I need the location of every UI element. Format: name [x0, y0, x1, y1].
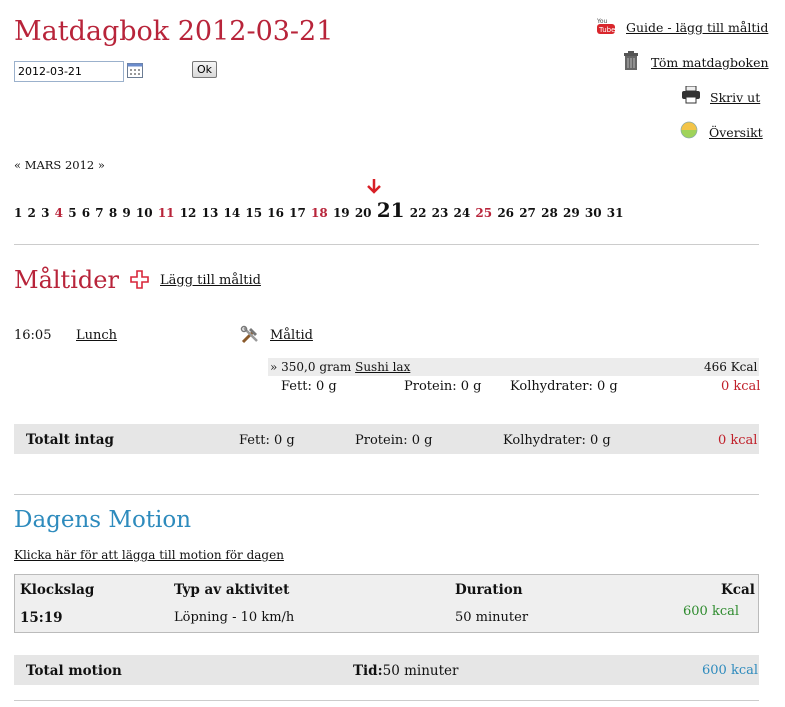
exercise-table	[14, 574, 759, 633]
svg-text:Tube: Tube	[598, 26, 615, 34]
youtube-icon: You Tube	[596, 16, 616, 40]
total-fat: Fett: 0 g	[239, 433, 295, 448]
day-link-20[interactable]: 20	[355, 206, 372, 220]
exercise-activity: Löpning - 10 km/h	[174, 610, 295, 625]
guide-add-meal-link[interactable]: Guide - lägg till måltid	[626, 20, 768, 35]
total-exercise-time: Tid:50 minuter	[353, 663, 458, 679]
meal-fat: Fett: 0 g	[281, 379, 337, 394]
exercise-kcal: 600 kcal	[683, 604, 740, 619]
meal-time: 16:05	[14, 328, 52, 343]
divider	[14, 494, 759, 495]
day-link-21[interactable]: 21	[377, 198, 405, 222]
svg-text:You: You	[596, 18, 608, 25]
clear-diary-link[interactable]: Töm matdagboken	[651, 55, 769, 70]
total-exercise-label: Total motion	[26, 663, 122, 679]
meal-type-link[interactable]: Måltid	[270, 328, 313, 343]
food-item-link[interactable]: Sushi lax	[355, 360, 410, 374]
day-link-6[interactable]: 6	[82, 206, 90, 220]
day-link-17[interactable]: 17	[289, 206, 306, 220]
day-link-18[interactable]: 18	[311, 206, 328, 220]
exercise-duration: 50 minuter	[455, 610, 529, 625]
col-duration: Duration	[455, 582, 523, 598]
total-time-value: 50 minuter	[382, 663, 459, 679]
overview-globe-icon	[680, 121, 698, 143]
day-link-25[interactable]: 25	[475, 206, 492, 220]
day-link-19[interactable]: 19	[333, 206, 350, 220]
add-exercise-link[interactable]: Klicka här för att lägga till motion för…	[14, 548, 284, 562]
meal-carbs: Kolhydrater: 0 g	[510, 379, 618, 394]
day-link-26[interactable]: 26	[497, 206, 514, 220]
month-nav[interactable]: « MARS 2012 »	[14, 158, 105, 172]
day-link-27[interactable]: 27	[519, 206, 536, 220]
total-carbs: Kolhydrater: 0 g	[503, 433, 611, 448]
day-link-22[interactable]: 22	[410, 206, 427, 220]
food-item-kcal: 466 Kcal	[704, 360, 758, 374]
trash-icon	[622, 51, 640, 75]
day-link-1[interactable]: 1	[14, 206, 22, 220]
day-link-30[interactable]: 30	[585, 206, 602, 220]
meals-heading: Måltider	[14, 266, 119, 294]
total-intake-label: Totalt intag	[26, 432, 114, 448]
day-link-11[interactable]: 11	[158, 206, 175, 220]
day-link-10[interactable]: 10	[136, 206, 153, 220]
day-link-5[interactable]: 5	[68, 206, 76, 220]
day-link-31[interactable]: 31	[607, 206, 624, 220]
total-protein: Protein: 0 g	[355, 433, 433, 448]
date-input[interactable]	[14, 61, 124, 82]
day-link-3[interactable]: 3	[41, 206, 49, 220]
food-item: » 350,0 gram Sushi lax	[270, 360, 410, 374]
day-link-23[interactable]: 23	[432, 206, 449, 220]
exercise-time: 15:19	[20, 610, 63, 626]
divider	[14, 700, 759, 701]
meal-kcal: 0 kcal	[721, 379, 761, 394]
day-link-8[interactable]: 8	[109, 206, 117, 220]
day-link-15[interactable]: 15	[245, 206, 262, 220]
col-kcal: Kcal	[721, 582, 755, 598]
day-link-24[interactable]: 24	[454, 206, 471, 220]
col-activity: Typ av aktivitet	[174, 582, 290, 598]
divider	[14, 244, 759, 245]
day-link-12[interactable]: 12	[180, 206, 197, 220]
meal-name-link[interactable]: Lunch	[76, 328, 117, 343]
add-meal-link[interactable]: Lägg till måltid	[160, 273, 261, 288]
food-item-amount: » 350,0 gram	[270, 360, 356, 374]
day-list: 1 2 3 4 5 6 7 8 9 10 11 12 13 14 15 16 17 18 19 20 21 22 23 24 2…	[14, 198, 629, 222]
ok-button[interactable]: Ok	[192, 61, 218, 78]
calendar-picker-icon[interactable]	[127, 63, 143, 82]
add-plus-icon[interactable]	[130, 270, 149, 293]
col-time: Klockslag	[20, 582, 95, 598]
page-title: Matdagbok 2012-03-21	[14, 16, 334, 47]
meal-protein: Protein: 0 g	[404, 379, 482, 394]
exercise-heading: Dagens Motion	[14, 507, 192, 533]
day-link-28[interactable]: 28	[541, 206, 558, 220]
day-link-7[interactable]: 7	[95, 206, 103, 220]
day-link-2[interactable]: 2	[28, 206, 36, 220]
day-link-4[interactable]: 4	[55, 206, 63, 220]
printer-icon	[681, 85, 701, 108]
day-link-29[interactable]: 29	[563, 206, 580, 220]
selected-day-arrow-icon	[366, 178, 382, 198]
tools-icon	[240, 325, 260, 349]
total-kcal: 0 kcal	[718, 433, 758, 448]
print-link[interactable]: Skriv ut	[710, 90, 760, 105]
total-exercise-kcal: 600 kcal	[702, 663, 759, 678]
day-link-9[interactable]: 9	[122, 206, 130, 220]
day-link-16[interactable]: 16	[267, 206, 284, 220]
day-link-13[interactable]: 13	[202, 206, 219, 220]
day-link-14[interactable]: 14	[223, 206, 240, 220]
total-time-label: Tid:	[353, 663, 383, 679]
overview-link[interactable]: Översikt	[709, 125, 763, 140]
